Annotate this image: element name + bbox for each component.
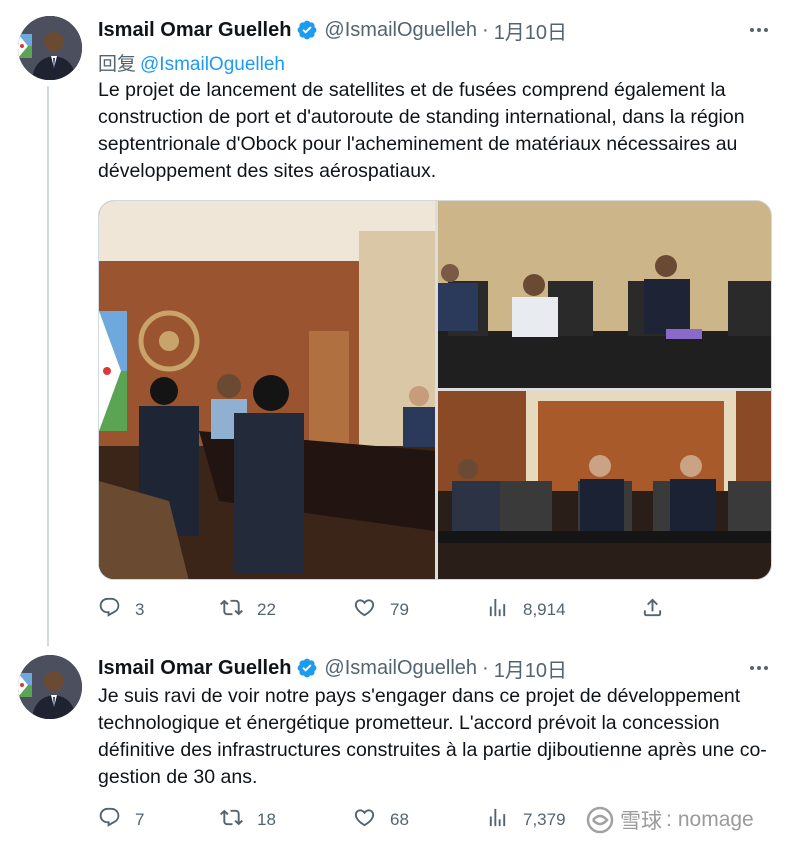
watermark-separator: : (666, 808, 672, 831)
tweet-text: Je suis ravi de voir notre pays s'engage… (98, 685, 767, 788)
more-icon[interactable] (748, 657, 770, 679)
separator-dot: · (482, 18, 489, 41)
retweet-icon (220, 806, 243, 834)
author-name[interactable]: Ismail Omar Guelleh (98, 657, 291, 680)
tweet-1[interactable]: Ismail Omar Guelleh @IsmailOguelleh · 1月… (0, 0, 800, 640)
tweet-text: Le projet de lancement de satellites et … (98, 79, 745, 182)
tweet-date[interactable]: 1月10日 (494, 16, 567, 45)
watermark-brand: 雪球 (620, 810, 662, 833)
author-avatar[interactable] (18, 655, 82, 719)
views-button[interactable]: 8,914 (486, 598, 566, 622)
like-button[interactable]: 68 (353, 808, 409, 832)
views-icon (486, 806, 509, 834)
views-button[interactable]: 7,379 (486, 808, 566, 832)
retweet-button[interactable]: 22 (220, 598, 276, 622)
media-grid (98, 200, 772, 580)
author-handle[interactable]: @IsmailOguelleh (324, 19, 477, 42)
views-count: 8,914 (523, 600, 566, 619)
reply-context: 回复 @IsmailOguelleh (98, 49, 285, 76)
retweet-button[interactable]: 18 (220, 808, 276, 832)
reply-to-link[interactable]: @IsmailOguelleh (140, 54, 285, 75)
more-icon[interactable] (748, 19, 770, 41)
separator-dot: · (482, 656, 489, 679)
reply-icon (98, 806, 121, 834)
verified-badge-icon (296, 657, 318, 679)
like-count: 68 (390, 810, 409, 829)
photo-delegation-bottom[interactable] (438, 391, 771, 579)
tweet-header: Ismail Omar Guelleh @IsmailOguelleh · 1月… (98, 16, 567, 44)
tweet-actions: 3 22 79 8,914 (98, 596, 698, 624)
share-icon (641, 596, 664, 624)
reply-icon (98, 596, 121, 624)
author-avatar[interactable] (18, 16, 82, 80)
like-count: 79 (390, 600, 409, 619)
tweet-date[interactable]: 1月10日 (494, 654, 567, 683)
photo-meeting-room[interactable] (99, 201, 435, 579)
reply-count: 3 (135, 600, 145, 619)
share-button[interactable] (641, 598, 664, 622)
like-icon (353, 596, 376, 624)
tweet-header: Ismail Omar Guelleh @IsmailOguelleh · 1月… (98, 654, 567, 682)
verified-badge-icon (296, 19, 318, 41)
author-name[interactable]: Ismail Omar Guelleh (98, 19, 291, 42)
snowball-logo-icon (586, 806, 614, 834)
photo-delegation-top[interactable] (438, 201, 771, 388)
views-count: 7,379 (523, 810, 566, 829)
views-icon (486, 596, 509, 624)
retweet-count: 22 (257, 600, 276, 619)
watermark: 雪球 : nomage (586, 805, 754, 835)
reply-prefix: 回复 (98, 54, 137, 75)
retweet-icon (220, 596, 243, 624)
like-button[interactable]: 79 (353, 598, 409, 622)
watermark-user: nomage (677, 808, 754, 831)
reply-button[interactable]: 7 (98, 806, 145, 834)
reply-count: 7 (135, 810, 145, 829)
author-handle[interactable]: @IsmailOguelleh (324, 657, 477, 680)
retweet-count: 18 (257, 810, 276, 829)
like-icon (353, 806, 376, 834)
reply-button[interactable]: 3 (98, 596, 145, 624)
